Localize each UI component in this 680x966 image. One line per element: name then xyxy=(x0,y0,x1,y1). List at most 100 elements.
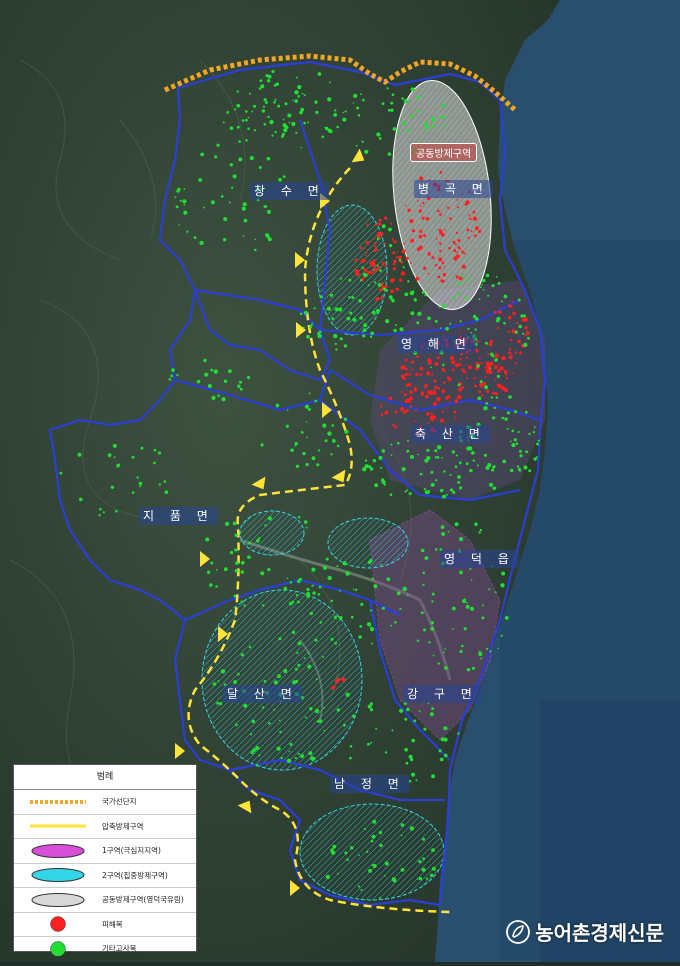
other-dead-tree-point xyxy=(358,885,360,887)
other-dead-tree-point xyxy=(470,607,474,611)
damaged-tree-point xyxy=(485,376,487,378)
other-dead-tree-point xyxy=(426,449,429,452)
other-dead-tree-point xyxy=(427,317,431,321)
other-dead-tree-point xyxy=(222,397,226,401)
other-dead-tree-point xyxy=(392,93,395,96)
other-dead-tree-point xyxy=(449,323,451,325)
other-dead-tree-point xyxy=(457,475,461,479)
other-dead-tree-point xyxy=(233,680,237,684)
damaged-tree-point xyxy=(410,262,412,264)
other-dead-tree-point xyxy=(372,835,376,839)
other-dead-tree-point xyxy=(304,311,308,315)
other-dead-tree-point xyxy=(223,217,227,221)
other-dead-tree-point xyxy=(382,480,386,484)
other-dead-tree-point xyxy=(352,318,356,322)
damaged-tree-point xyxy=(504,388,508,392)
other-dead-tree-point xyxy=(390,493,393,496)
other-dead-tree-point xyxy=(307,121,309,123)
other-dead-tree-point xyxy=(431,848,435,852)
other-dead-tree-point xyxy=(337,873,339,875)
other-dead-tree-point xyxy=(437,445,441,449)
other-dead-tree-point xyxy=(283,175,286,178)
other-dead-tree-point xyxy=(370,467,374,471)
damaged-tree-point xyxy=(465,372,467,374)
other-dead-tree-point xyxy=(139,485,141,487)
damaged-tree-point xyxy=(508,352,510,354)
damaged-tree-point xyxy=(515,351,517,353)
other-dead-tree-point xyxy=(492,284,495,287)
other-dead-tree-point xyxy=(319,621,322,624)
other-dead-tree-point xyxy=(346,317,350,321)
other-dead-tree-point xyxy=(279,731,281,733)
other-dead-tree-point xyxy=(430,471,433,474)
other-dead-tree-point xyxy=(418,860,421,863)
other-dead-tree-point xyxy=(199,241,203,245)
damaged-tree-point xyxy=(381,296,383,298)
other-dead-tree-point xyxy=(116,464,120,468)
other-dead-tree-point xyxy=(296,465,299,468)
damaged-tree-point xyxy=(423,267,426,270)
damaged-tree-point xyxy=(466,377,468,379)
other-dead-tree-point xyxy=(411,773,415,777)
other-dead-tree-point xyxy=(444,666,448,670)
publisher-watermark: 농어촌경제신문 xyxy=(505,917,664,946)
damaged-tree-point xyxy=(467,229,470,232)
damaged-tree-point xyxy=(393,263,396,266)
other-dead-tree-point xyxy=(403,121,407,125)
damaged-tree-point xyxy=(466,200,470,204)
other-dead-tree-point xyxy=(180,200,182,202)
other-dead-tree-point xyxy=(245,119,248,122)
other-dead-tree-point xyxy=(265,101,268,104)
other-dead-tree-point xyxy=(241,561,245,565)
other-dead-tree-point xyxy=(397,591,401,595)
other-dead-tree-point xyxy=(335,348,337,350)
other-dead-tree-point xyxy=(362,141,364,143)
other-dead-tree-point xyxy=(525,344,527,346)
damaged-tree-point xyxy=(462,265,466,269)
damaged-tree-point xyxy=(474,377,476,379)
other-dead-tree-point xyxy=(247,127,250,130)
damaged-tree-point xyxy=(416,277,420,281)
other-dead-tree-point xyxy=(170,375,173,378)
damaged-tree-point xyxy=(512,301,514,303)
other-dead-tree-point xyxy=(289,122,291,124)
other-dead-tree-point xyxy=(237,90,239,92)
other-dead-tree-point xyxy=(356,145,358,147)
damaged-tree-point xyxy=(392,424,394,426)
other-dead-tree-point xyxy=(209,583,213,587)
other-dead-tree-point xyxy=(290,581,293,584)
other-dead-tree-point xyxy=(525,450,528,453)
damaged-tree-point xyxy=(367,271,371,275)
other-dead-tree-point xyxy=(502,417,505,420)
other-dead-tree-point xyxy=(250,733,252,735)
other-dead-tree-point xyxy=(261,443,264,446)
other-dead-tree-point xyxy=(245,110,248,113)
green-circle-icon xyxy=(14,940,102,958)
damaged-tree-point xyxy=(423,234,426,237)
damaged-tree-point xyxy=(394,410,397,413)
other-dead-tree-point xyxy=(267,157,271,161)
damaged-tree-point xyxy=(431,373,433,375)
other-dead-tree-point xyxy=(383,288,386,291)
other-dead-tree-point xyxy=(525,411,528,414)
damaged-tree-point xyxy=(455,243,457,245)
other-dead-tree-point xyxy=(216,569,218,571)
damaged-tree-point xyxy=(484,367,486,369)
damaged-tree-point xyxy=(419,235,423,239)
damaged-tree-point xyxy=(437,356,440,359)
other-dead-tree-point xyxy=(464,627,467,630)
other-dead-tree-point xyxy=(226,111,229,114)
damaged-tree-point xyxy=(381,232,384,235)
other-dead-tree-point xyxy=(250,156,254,160)
other-dead-tree-point xyxy=(484,385,488,389)
other-dead-tree-point xyxy=(169,378,172,381)
other-dead-tree-point xyxy=(387,87,389,89)
other-dead-tree-point xyxy=(411,87,415,91)
other-dead-tree-point xyxy=(307,594,311,598)
other-dead-tree-point xyxy=(360,603,363,606)
other-dead-tree-point xyxy=(416,321,419,324)
other-dead-tree-point xyxy=(297,85,301,89)
other-dead-tree-point xyxy=(238,140,241,143)
other-dead-tree-point xyxy=(331,851,335,855)
damaged-tree-point xyxy=(474,385,477,388)
